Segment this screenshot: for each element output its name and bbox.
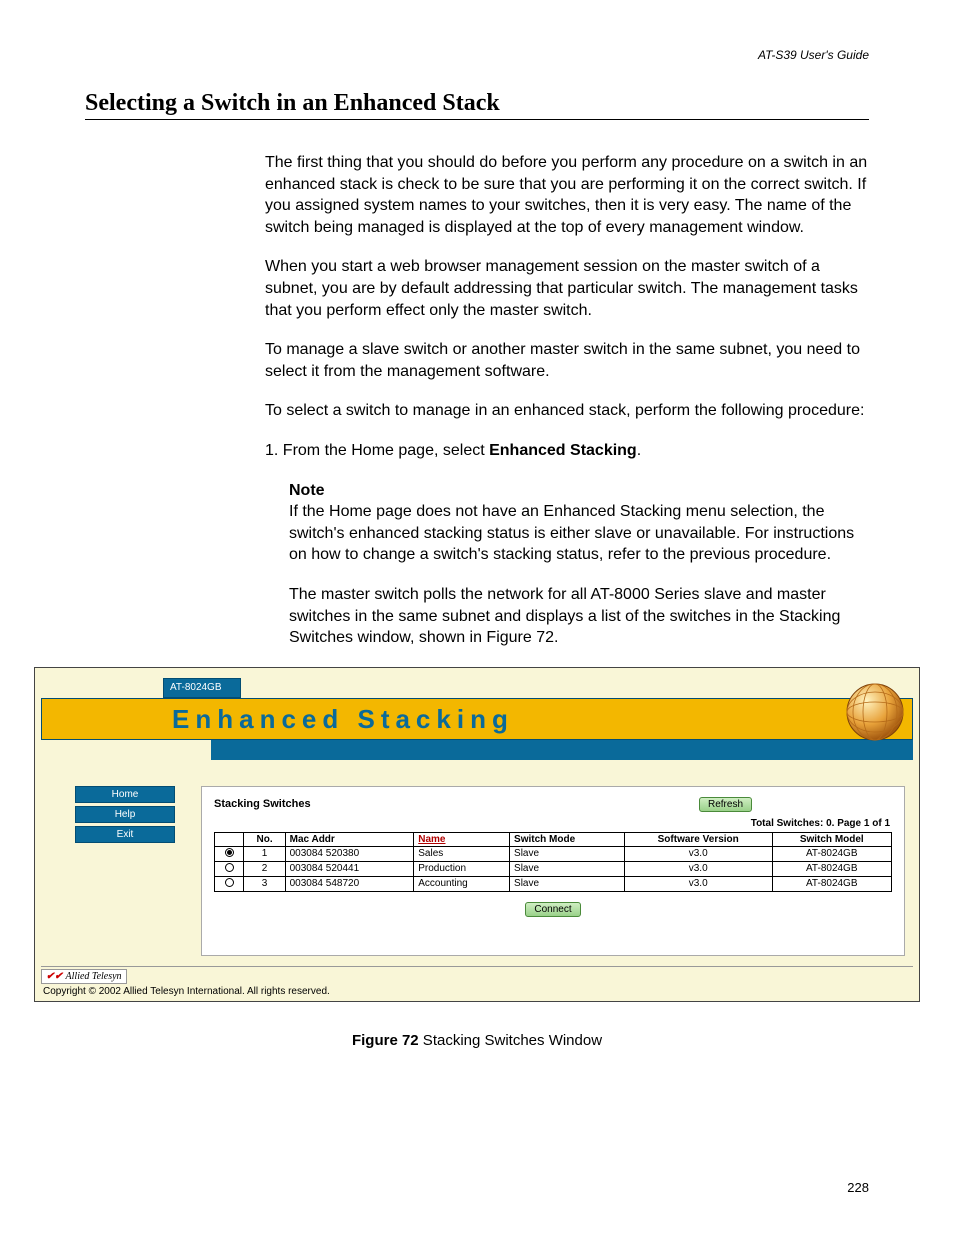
row-no: 3	[244, 876, 285, 891]
page-number: 228	[847, 1180, 869, 1195]
row-model: AT-8024GB	[772, 861, 891, 876]
col-version: Software Version	[624, 832, 772, 846]
row-mac: 003084 520441	[285, 861, 414, 876]
step-suffix: .	[637, 442, 641, 459]
col-mode: Switch Mode	[510, 832, 625, 846]
paragraph: When you start a web browser management …	[265, 256, 869, 321]
device-tab[interactable]: AT-8024GB	[163, 678, 241, 698]
title-band: Enhanced Stacking	[41, 698, 913, 740]
paragraph: The master switch polls the network for …	[289, 584, 869, 649]
sub-band	[211, 740, 913, 760]
col-select	[215, 832, 244, 846]
sidebar-item-home[interactable]: Home	[75, 786, 175, 803]
logo-text: Allied Telesyn	[66, 971, 122, 982]
step-1: 1. From the Home page, select Enhanced S…	[265, 440, 869, 462]
col-name-sort[interactable]: Name	[414, 832, 510, 846]
note-label: Note	[289, 482, 325, 499]
step-text: 1. From the Home page, select	[265, 442, 489, 459]
row-version: v3.0	[624, 846, 772, 861]
app-window: AT-8024GB Enhanced Stacking	[34, 667, 920, 1002]
step-bold: Enhanced Stacking	[489, 442, 637, 459]
row-no: 1	[244, 846, 285, 861]
col-no: No.	[244, 832, 285, 846]
connect-button[interactable]: Connect	[525, 902, 580, 917]
note-block: Note If the Home page does not have an E…	[289, 480, 869, 566]
row-mac: 003084 520380	[285, 846, 414, 861]
figure-label: Figure 72	[352, 1032, 419, 1049]
row-radio[interactable]	[215, 861, 244, 876]
content-panel: Stacking Switches Refresh Total Switches…	[201, 786, 905, 956]
row-version: v3.0	[624, 876, 772, 891]
row-mac: 003084 548720	[285, 876, 414, 891]
table-row: 1003084 520380SalesSlavev3.0AT-8024GB	[215, 846, 892, 861]
row-radio[interactable]	[215, 876, 244, 891]
row-mode: Slave	[510, 846, 625, 861]
col-mac: Mac Addr	[285, 832, 414, 846]
sidebar-item-exit[interactable]: Exit	[75, 826, 175, 843]
paragraph: To select a switch to manage in an enhan…	[265, 400, 869, 422]
brand-logo: ✔✔ Allied Telesyn	[41, 969, 127, 984]
paragraph: The first thing that you should do befor…	[265, 152, 869, 238]
globe-icon	[844, 681, 906, 743]
table-row: 3003084 548720AccountingSlavev3.0AT-8024…	[215, 876, 892, 891]
total-switches-label: Total Switches: 0. Page 1 of 1	[214, 818, 890, 829]
panel-title: Stacking Switches	[214, 798, 311, 810]
section-title: Selecting a Switch in an Enhanced Stack	[85, 90, 869, 120]
figure-caption: Figure 72 Stacking Switches Window	[0, 1032, 954, 1049]
row-name: Sales	[414, 846, 510, 861]
row-mode: Slave	[510, 876, 625, 891]
copyright: Copyright © 2002 Allied Telesyn Internat…	[41, 984, 913, 997]
table-row: 2003084 520441ProductionSlavev3.0AT-8024…	[215, 861, 892, 876]
note-body: If the Home page does not have an Enhanc…	[289, 501, 869, 566]
logo-swoosh-icon: ✔✔	[46, 971, 63, 982]
paragraph: To manage a slave switch or another mast…	[265, 339, 869, 382]
row-mode: Slave	[510, 861, 625, 876]
header-guide: AT-S39 User's Guide	[85, 40, 869, 62]
refresh-button[interactable]: Refresh	[699, 797, 752, 812]
sidebar: Home Help Exit	[41, 786, 201, 956]
row-name: Production	[414, 861, 510, 876]
sidebar-item-help[interactable]: Help	[75, 806, 175, 823]
row-model: AT-8024GB	[772, 846, 891, 861]
row-radio[interactable]	[215, 846, 244, 861]
row-no: 2	[244, 861, 285, 876]
switches-table: No. Mac Addr Name Switch Mode Software V…	[214, 832, 892, 892]
page-heading: Enhanced Stacking	[172, 704, 514, 735]
row-model: AT-8024GB	[772, 876, 891, 891]
row-name: Accounting	[414, 876, 510, 891]
figure-text: Stacking Switches Window	[419, 1032, 602, 1049]
row-version: v3.0	[624, 861, 772, 876]
col-model: Switch Model	[772, 832, 891, 846]
